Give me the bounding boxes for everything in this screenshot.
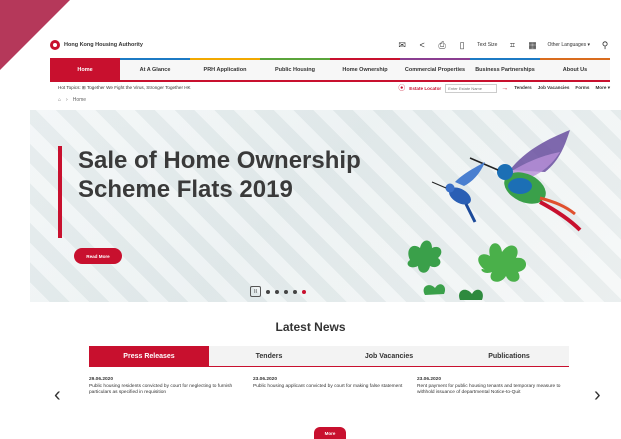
news-text: Public housing applicant convicted by co… — [253, 383, 403, 389]
nav-home-ownership[interactable]: Home Ownership — [330, 58, 400, 80]
location-pin-icon: ⦿ — [398, 85, 406, 92]
search-icon[interactable]: ⚲ — [600, 40, 610, 50]
carousel-dot[interactable] — [266, 289, 270, 294]
breadcrumb-home[interactable]: Home — [73, 97, 86, 103]
news-item[interactable]: 23.06.2020 Public housing applicant conv… — [253, 377, 405, 397]
go-arrow-icon[interactable]: → — [501, 85, 508, 92]
estate-name-input[interactable] — [445, 83, 498, 93]
news-text: Public housing residents convicted by co… — [89, 383, 233, 396]
hot-topics-bar: Hot Topics: ⊞ Together We Fight the Viru… — [58, 82, 610, 94]
tab-job-vacancies[interactable]: Job Vacancies — [329, 346, 449, 366]
nav-at-a-glance[interactable]: At A Glance — [120, 58, 190, 80]
toolbar: ✉ < ⎙ ▯ Text Size ⌗ ▦ Other Languages ▾ … — [397, 40, 610, 51]
prev-arrow-icon[interactable]: ‹ — [54, 384, 61, 407]
tab-publications[interactable]: Publications — [449, 346, 569, 366]
news-date: 23.06.2020 — [253, 377, 278, 382]
quick-link-job-vacancies[interactable]: Job Vacancies — [538, 85, 570, 91]
more-news-button[interactable]: More — [314, 427, 346, 439]
main-nav: Home At A Glance PRH Application Public … — [50, 58, 610, 82]
logo-text: Hong Kong Housing Authority — [64, 42, 143, 48]
nav-about-us[interactable]: About Us — [540, 58, 610, 80]
accessibility-icon[interactable]: ▦ — [527, 40, 537, 50]
leaf-cluster-icon — [407, 240, 527, 300]
quick-link-more[interactable]: More ▾ — [595, 85, 610, 91]
nav-business-partnerships[interactable]: Business Partnerships — [470, 58, 540, 80]
news-date: 29.06.2020 — [89, 377, 114, 382]
hot-topics-link[interactable]: Hot Topics: ⊞ Together We Fight the Viru… — [58, 85, 191, 91]
home-icon[interactable]: ⌂ — [58, 97, 61, 103]
breadcrumb-separator: › — [66, 97, 68, 103]
share-icon[interactable]: < — [417, 40, 427, 50]
nav-public-housing[interactable]: Public Housing — [260, 58, 330, 80]
news-list: 29.06.2020 Public housing residents conv… — [89, 377, 569, 397]
latest-news-title: Latest News — [275, 320, 346, 334]
top-bar: Hong Kong Housing Authority ✉ < ⎙ ▯ Text… — [50, 36, 610, 54]
mobile-icon[interactable]: ▯ — [457, 40, 467, 50]
carousel-dot[interactable] — [275, 289, 279, 294]
hummingbird-illustration — [407, 130, 582, 300]
pause-button[interactable]: II — [250, 286, 261, 297]
corner-ribbon — [0, 0, 70, 70]
print-icon[interactable]: ⎙ — [437, 40, 447, 50]
estate-locator: ⦿ Estate Locator → — [398, 83, 508, 93]
nav-commercial-properties[interactable]: Commercial Properties — [400, 58, 470, 80]
nav-prh-application[interactable]: PRH Application — [190, 58, 260, 80]
text-size-button[interactable]: Text Size — [477, 42, 497, 48]
carousel-dot-active[interactable] — [302, 289, 306, 294]
next-arrow-icon[interactable]: › — [594, 384, 601, 407]
other-languages-label: Other Languages — [547, 42, 587, 48]
carousel-controls: II — [250, 286, 306, 297]
other-languages-select[interactable]: Other Languages ▾ — [547, 42, 590, 48]
tab-press-releases[interactable]: Press Releases — [89, 346, 209, 366]
headline-accent-bar — [58, 146, 62, 238]
carousel-dot[interactable] — [284, 289, 288, 294]
news-text: Rent payment for public housing tenants … — [417, 383, 561, 396]
read-more-button[interactable]: Read More — [74, 248, 122, 264]
news-item[interactable]: 29.06.2020 Public housing residents conv… — [89, 377, 241, 397]
quick-links: Tenders Job Vacancies Forms More ▾ — [514, 85, 610, 91]
sitemap-icon[interactable]: ⌗ — [507, 40, 517, 50]
hummingbird-small-icon — [431, 162, 485, 223]
breadcrumb: ⌂ › Home — [58, 97, 86, 103]
quick-link-tenders[interactable]: Tenders — [514, 85, 532, 91]
news-tabs: Press Releases Tenders Job Vacancies Pub… — [89, 346, 569, 367]
quick-link-forms[interactable]: Forms — [575, 85, 589, 91]
carousel-dot[interactable] — [293, 289, 297, 294]
hero-banner: Sale of Home Ownership Scheme Flats 2019… — [30, 110, 621, 302]
news-item[interactable]: 23.06.2020 Rent payment for public housi… — [417, 377, 569, 397]
tab-tenders[interactable]: Tenders — [209, 346, 329, 366]
banner-headline: Sale of Home Ownership Scheme Flats 2019 — [78, 147, 361, 203]
news-date: 23.06.2020 — [417, 377, 442, 382]
estate-locator-label: Estate Locator — [409, 85, 442, 91]
hummingbird-large-icon — [469, 130, 582, 232]
mail-icon[interactable]: ✉ — [397, 40, 407, 50]
